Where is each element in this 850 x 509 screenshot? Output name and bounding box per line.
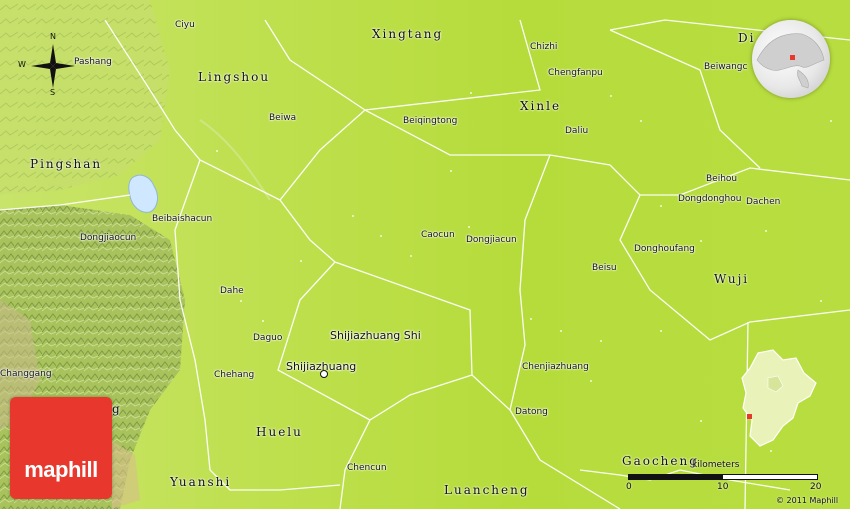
scale-bar: kilometers 0 10 20 <box>622 460 822 500</box>
settlement-dot <box>765 230 767 232</box>
settlement-dot <box>770 450 772 452</box>
settlement-dot <box>600 340 602 342</box>
globe-icon <box>756 33 825 89</box>
settlement-dot <box>590 380 592 382</box>
settlement-dot <box>530 318 532 320</box>
settlement-dot <box>700 420 702 422</box>
maphill-logo[interactable]: maphill <box>10 397 112 499</box>
compass-rose: N S W <box>18 32 88 97</box>
settlement-dot <box>470 92 472 94</box>
compass-south-label: S <box>50 88 56 97</box>
lake <box>128 174 158 213</box>
compass-west-label: W <box>18 60 26 69</box>
settlement-dot <box>380 235 382 237</box>
province-outline-icon <box>741 349 817 447</box>
settlement-dot <box>352 215 354 217</box>
scale-tick: 10 <box>717 482 729 492</box>
settlement-dot <box>700 240 702 242</box>
settlement-dot <box>240 300 242 302</box>
province-inset <box>738 348 820 448</box>
settlement-dot <box>216 150 218 152</box>
logo-text: maphill <box>24 457 98 482</box>
settlement-dot <box>560 330 562 332</box>
settlement-dot <box>830 120 832 122</box>
city-marker-icon <box>320 370 328 378</box>
settlement-dot <box>450 170 452 172</box>
copyright-text: © 2011 Maphill <box>776 496 839 505</box>
settlement-dot <box>468 226 470 228</box>
scale-tick: 20 <box>810 482 822 492</box>
high-mountain-area <box>110 440 140 509</box>
terrain-layer <box>0 0 850 509</box>
scale-title: kilometers <box>692 460 740 470</box>
scale-tick: 0 <box>626 482 632 492</box>
compass-star-icon <box>31 44 75 88</box>
settlement-dot <box>640 120 642 122</box>
settlement-dot <box>610 95 612 97</box>
compass-north-label: N <box>50 32 56 41</box>
scale-bar-graphic <box>628 474 818 480</box>
globe-locator <box>752 20 830 98</box>
settlement-dot <box>300 260 302 262</box>
settlement-dot <box>820 300 822 302</box>
river <box>199 119 271 201</box>
physical-map[interactable]: Ciyu Xingtang Pashang Lingshou Chizhi Chengfa… <box>0 0 850 509</box>
settlement-dot <box>262 320 264 322</box>
settlement-dot <box>660 205 662 207</box>
hill-area <box>0 0 170 195</box>
settlement-dot <box>410 255 412 257</box>
settlement-dot <box>660 330 662 332</box>
